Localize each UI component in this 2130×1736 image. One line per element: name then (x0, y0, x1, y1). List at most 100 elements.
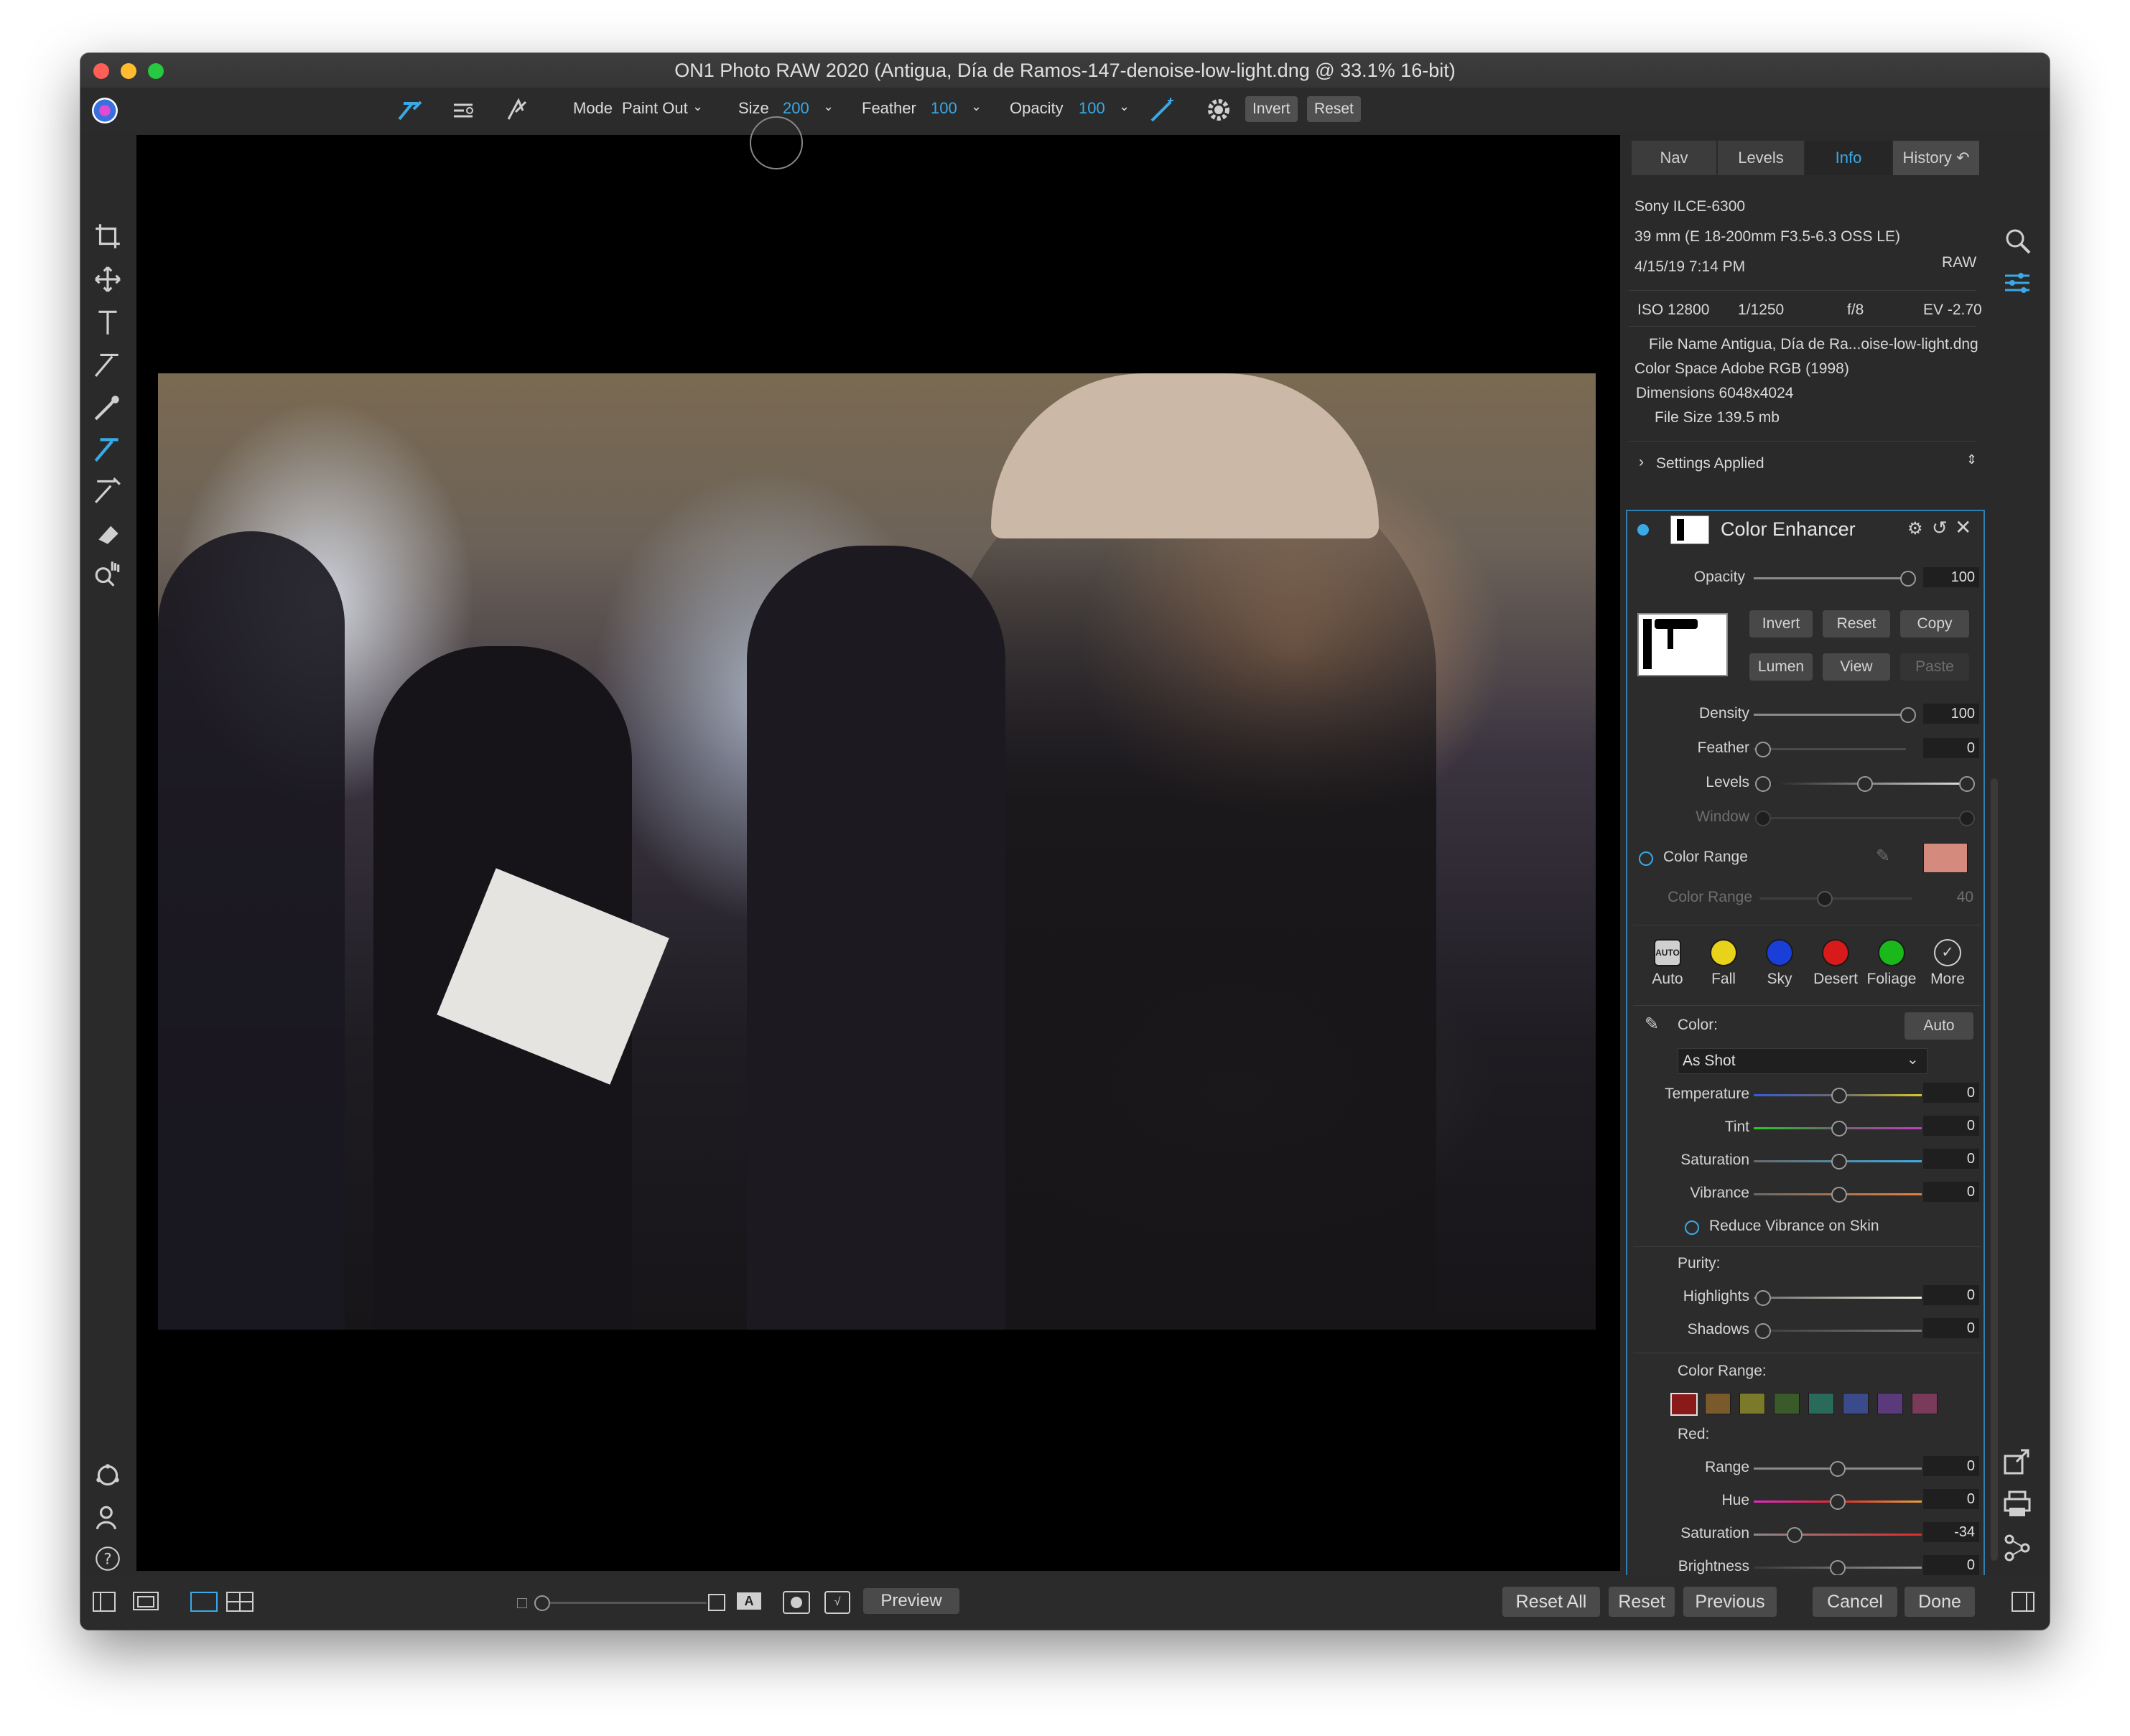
paste-mask-button[interactable]: Paste (1900, 653, 1969, 681)
minimize-window-button[interactable] (121, 63, 136, 79)
white-balance-select[interactable]: As Shot ⌄ (1678, 1048, 1927, 1074)
reduce-vibrance-radio[interactable] (1685, 1221, 1699, 1235)
swatch-yellow[interactable] (1739, 1393, 1765, 1414)
reset-filter-icon[interactable]: ↺ (1932, 517, 1948, 539)
print-icon[interactable] (2002, 1489, 2032, 1519)
preset-desert[interactable]: Desert (1810, 939, 1861, 988)
temperature-value[interactable]: 0 (1923, 1083, 1979, 1103)
alpha-view-icon[interactable]: A (737, 1592, 761, 1610)
preset-auto[interactable]: AUTO Auto (1642, 939, 1693, 988)
eyedropper-icon[interactable]: ✎ (1876, 846, 1890, 867)
mask-thumbnail[interactable] (1637, 613, 1728, 676)
inspect-icon[interactable] (2002, 225, 2032, 256)
grayscale-mask-icon[interactable]: √ (824, 1591, 850, 1614)
tint-value[interactable]: 0 (1923, 1116, 1979, 1136)
close-icon[interactable]: ✕ (1955, 515, 1971, 539)
chevron-down-icon[interactable]: ⌄ (971, 99, 982, 114)
left-panel-toggle-icon[interactable] (92, 1591, 116, 1614)
refine-brush-icon[interactable] (93, 475, 123, 505)
brightness-slider[interactable] (1830, 1560, 1846, 1576)
highlights-slider[interactable] (1755, 1290, 1771, 1306)
reset-all-button[interactable]: Reset All (1502, 1587, 1600, 1617)
density-slider[interactable] (1900, 707, 1916, 723)
preset-sky[interactable]: Sky (1754, 939, 1805, 988)
expand-icon[interactable]: ⇕ (1966, 452, 1977, 467)
hue-slider[interactable] (1830, 1494, 1846, 1510)
window-right-slider[interactable] (1959, 811, 1975, 826)
feather-value[interactable]: 0 (1923, 738, 1979, 758)
image-canvas[interactable] (136, 116, 1620, 1571)
saturation-slider[interactable] (1831, 1154, 1847, 1170)
temperature-slider[interactable] (1831, 1088, 1847, 1103)
tab-nav[interactable]: Nav (1632, 141, 1716, 175)
density-value[interactable]: 100 (1923, 704, 1979, 724)
red-saturation-track[interactable] (1754, 1534, 1922, 1536)
eyedropper-icon[interactable]: ✎ (1645, 1014, 1659, 1035)
text-icon[interactable] (93, 307, 123, 337)
swatch-orange[interactable] (1705, 1393, 1731, 1414)
tab-history[interactable]: History ↶ (1893, 141, 1979, 175)
masking-brush-tool-icon[interactable] (93, 434, 123, 464)
window-left-slider[interactable] (1755, 811, 1771, 826)
copy-mask-button[interactable]: Copy (1900, 610, 1969, 638)
reset-button[interactable]: Reset (1609, 1587, 1675, 1617)
brightness-value[interactable]: 0 (1923, 1555, 1979, 1575)
red-saturation-value[interactable]: -34 (1923, 1522, 1979, 1542)
invert-mask-button[interactable]: Invert (1749, 610, 1813, 638)
feather-track[interactable] (1754, 748, 1906, 750)
auto-color-button[interactable]: Auto (1905, 1012, 1973, 1040)
gear-icon[interactable] (1205, 96, 1232, 123)
help-icon[interactable]: ? (93, 1544, 123, 1574)
masking-brush-icon[interactable] (396, 98, 424, 122)
zoom-window-button[interactable] (148, 63, 164, 79)
saturation-value[interactable]: 0 (1923, 1149, 1979, 1169)
chevron-right-icon[interactable]: › (1639, 454, 1644, 471)
shadows-track[interactable] (1754, 1330, 1922, 1332)
opacity-value[interactable]: 100 (1079, 99, 1105, 118)
tab-info[interactable]: Info (1805, 141, 1892, 175)
shadows-slider[interactable] (1755, 1323, 1771, 1339)
color-range-radio[interactable] (1639, 851, 1653, 866)
swatch-magenta[interactable] (1912, 1393, 1938, 1414)
zoom-slider[interactable] (534, 1595, 550, 1611)
perfect-brush-icon[interactable] (504, 96, 530, 122)
app-logo-icon[interactable] (92, 98, 118, 123)
highlights-value[interactable]: 0 (1923, 1285, 1979, 1305)
plugins-icon[interactable] (93, 1460, 123, 1490)
reset-mask-button[interactable]: Reset (1823, 610, 1890, 638)
adjustment-brush-icon[interactable] (93, 349, 123, 379)
color-range-track[interactable] (1759, 897, 1912, 900)
split-view-icon[interactable] (225, 1591, 254, 1614)
swatch-green[interactable] (1774, 1393, 1800, 1414)
reset-button[interactable]: Reset (1307, 96, 1361, 122)
mask-view-square-icon[interactable] (708, 1594, 725, 1611)
mode-dropdown[interactable]: Paint Out (622, 99, 688, 118)
zoom-track[interactable] (534, 1602, 707, 1604)
panel-scrollbar[interactable] (1991, 778, 1998, 1561)
preset-more[interactable]: ✓ More (1922, 939, 1973, 988)
levels-black-slider[interactable] (1755, 776, 1771, 792)
feather-value[interactable]: 100 (931, 99, 957, 118)
close-window-button[interactable] (93, 63, 109, 79)
window-track[interactable] (1759, 817, 1962, 819)
view-mask-button[interactable]: View (1823, 653, 1890, 681)
brush-options-icon[interactable] (451, 99, 477, 121)
compare-view-icon[interactable] (132, 1591, 161, 1614)
magic-wand-icon[interactable] (1149, 96, 1176, 123)
previous-button[interactable]: Previous (1683, 1587, 1777, 1617)
adjustments-icon[interactable] (2002, 269, 2032, 299)
preset-fall[interactable]: Fall (1698, 939, 1749, 988)
share-icon[interactable] (2002, 1532, 2032, 1562)
swatch-aqua[interactable] (1808, 1393, 1834, 1414)
feather-slider[interactable] (1755, 742, 1771, 757)
tint-slider[interactable] (1831, 1121, 1847, 1137)
tab-levels[interactable]: Levels (1718, 141, 1804, 175)
resize-icon[interactable] (2002, 1446, 2032, 1476)
single-view-icon[interactable] (190, 1591, 218, 1614)
levels-white-slider[interactable] (1959, 776, 1975, 792)
mask-thumbnail-small[interactable] (1670, 515, 1709, 544)
done-button[interactable]: Done (1905, 1587, 1975, 1617)
range-slider[interactable] (1830, 1461, 1846, 1477)
account-icon[interactable] (93, 1502, 123, 1532)
invert-button[interactable]: Invert (1245, 96, 1298, 122)
